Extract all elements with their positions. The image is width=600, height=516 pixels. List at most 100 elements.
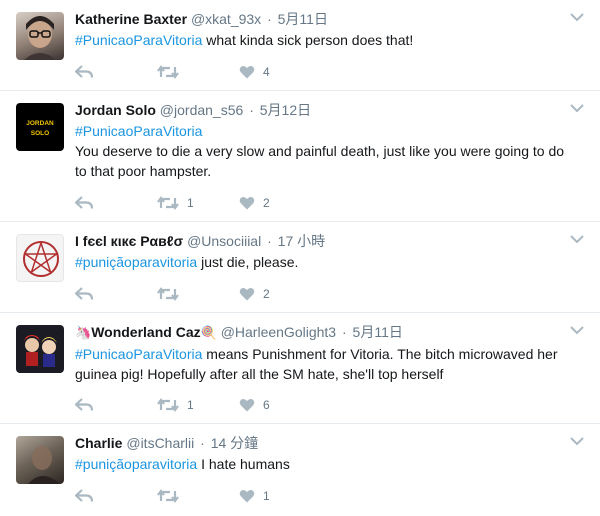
tweet-header: 🦄Wonderland Caz🍭 @HarleenGolight3 · 5月11… bbox=[75, 323, 570, 342]
hashtag-link[interactable]: #puniçãoparavitoria bbox=[75, 456, 197, 472]
tweet-actions: 1 bbox=[75, 486, 321, 506]
avatar[interactable] bbox=[16, 234, 64, 282]
hashtag-link[interactable]: #PunicaoParaVitoria bbox=[75, 123, 202, 139]
display-name[interactable]: Charlie bbox=[75, 435, 122, 451]
tweet-actions: 1 2 bbox=[75, 193, 321, 213]
avatar[interactable]: JORDAN SOLO bbox=[16, 103, 64, 151]
retweet-button[interactable]: 1 bbox=[157, 196, 239, 210]
reply-icon bbox=[75, 398, 93, 411]
retweet-button[interactable] bbox=[157, 489, 239, 503]
tweet[interactable]: JORDAN SOLO Jordan Solo @jordan_s56 · 5月… bbox=[0, 91, 600, 222]
heart-icon bbox=[239, 66, 255, 79]
like-button[interactable]: 2 bbox=[239, 287, 321, 301]
retweet-icon bbox=[157, 489, 179, 503]
like-count: 2 bbox=[263, 287, 270, 301]
chevron-down-icon[interactable] bbox=[570, 234, 584, 244]
display-name[interactable]: I fєєl кιкє Pαвℓσ bbox=[75, 233, 183, 249]
hashtag-link[interactable]: #PunicaoParaVitoria bbox=[75, 32, 202, 48]
like-count: 1 bbox=[263, 489, 270, 503]
hashtag-link[interactable]: #PunicaoParaVitoria bbox=[75, 346, 202, 362]
tweet-timestamp[interactable]: 5月11日 bbox=[353, 324, 403, 340]
retweet-count: 1 bbox=[187, 398, 194, 412]
heart-icon bbox=[239, 490, 255, 503]
retweet-button[interactable]: 1 bbox=[157, 398, 239, 412]
avatar-logo-text: JORDAN bbox=[26, 120, 54, 127]
tweet-timestamp[interactable]: 5月11日 bbox=[278, 11, 328, 27]
tweet-header: Charlie @itsCharlii · 14 分鐘 bbox=[75, 434, 570, 452]
reply-button[interactable] bbox=[75, 196, 157, 210]
tweet-body: You deserve to die a very slow and painf… bbox=[75, 143, 565, 179]
chevron-down-icon[interactable] bbox=[570, 436, 584, 446]
like-button[interactable]: 1 bbox=[239, 489, 321, 503]
tweet[interactable]: Katherine Baxter @xkat_93x · 5月11日 #Puni… bbox=[0, 0, 600, 91]
tweet-header: I fєєl кιкє Pαвℓσ @Unsociiial · 17 小時 bbox=[75, 232, 570, 250]
avatar[interactable] bbox=[16, 12, 64, 60]
like-count: 6 bbox=[263, 398, 270, 412]
avatar-logo-text: SOLO bbox=[31, 130, 49, 137]
retweet-icon bbox=[157, 398, 179, 412]
retweet-icon bbox=[157, 287, 179, 301]
like-button[interactable]: 2 bbox=[239, 196, 321, 210]
separator-dot: · bbox=[341, 324, 347, 340]
display-name-text: Wonderland Caz bbox=[91, 324, 201, 340]
tweet-body: just die, please. bbox=[201, 254, 299, 270]
tweet-timestamp[interactable]: 14 分鐘 bbox=[211, 435, 258, 451]
reply-button[interactable] bbox=[75, 489, 157, 503]
tweet-timestamp[interactable]: 5月12日 bbox=[260, 102, 311, 118]
avatar[interactable] bbox=[16, 325, 64, 373]
tweet-actions: 2 bbox=[75, 284, 321, 304]
retweet-count: 1 bbox=[187, 196, 194, 210]
reply-button[interactable] bbox=[75, 287, 157, 301]
like-count: 2 bbox=[263, 196, 270, 210]
retweet-button[interactable] bbox=[157, 287, 239, 301]
user-handle[interactable]: @jordan_s56 bbox=[160, 102, 244, 118]
hashtag-link[interactable]: #puniçãoparavitoria bbox=[75, 254, 197, 270]
reply-button[interactable] bbox=[75, 65, 157, 79]
display-name[interactable]: Jordan Solo bbox=[75, 102, 156, 118]
reply-button[interactable] bbox=[75, 398, 157, 412]
heart-icon bbox=[239, 197, 255, 210]
user-handle[interactable]: @itsCharlii bbox=[126, 435, 194, 451]
separator-dot: · bbox=[200, 435, 205, 451]
display-name[interactable]: 🦄Wonderland Caz🍭 bbox=[75, 324, 217, 340]
display-name[interactable]: Katherine Baxter bbox=[75, 11, 187, 27]
user-handle[interactable]: @HarleenGolight3 bbox=[221, 324, 336, 340]
like-button[interactable]: 6 bbox=[239, 398, 321, 412]
avatar[interactable] bbox=[16, 436, 64, 484]
tweet-actions: 4 bbox=[75, 62, 321, 82]
tweet-actions: 1 6 bbox=[75, 395, 321, 415]
tweet-timestamp[interactable]: 17 小時 bbox=[278, 233, 325, 249]
tweet-body: what kinda sick person does that! bbox=[206, 32, 414, 48]
tweet-header: Jordan Solo @jordan_s56 · 5月12日 bbox=[75, 101, 570, 119]
tweet-text: #PunicaoParaVitoria means Punishment for… bbox=[75, 344, 570, 384]
tweet[interactable]: I fєєl кιкє Pαвℓσ @Unsociiial · 17 小時 #p… bbox=[0, 222, 600, 313]
chevron-down-icon[interactable] bbox=[570, 103, 584, 113]
retweet-icon bbox=[157, 65, 179, 79]
retweet-icon bbox=[157, 196, 179, 210]
tweet[interactable]: 🦄Wonderland Caz🍭 @HarleenGolight3 · 5月11… bbox=[0, 313, 600, 424]
tweet-feed: Katherine Baxter @xkat_93x · 5月11日 #Puni… bbox=[0, 0, 600, 516]
tweet-text: #PunicaoParaVitoria You deserve to die a … bbox=[75, 121, 570, 181]
chevron-down-icon[interactable] bbox=[570, 325, 584, 335]
user-handle[interactable]: @xkat_93x bbox=[191, 11, 261, 27]
retweet-button[interactable] bbox=[157, 65, 239, 79]
tweet-text: #puniçãoparavitoria just die, please. bbox=[75, 252, 570, 272]
heart-icon bbox=[239, 399, 255, 412]
heart-icon bbox=[239, 288, 255, 301]
tweet-header: Katherine Baxter @xkat_93x · 5月11日 bbox=[75, 10, 570, 28]
tweet-text: #puniçãoparavitoria I hate humans bbox=[75, 454, 570, 474]
chevron-down-icon[interactable] bbox=[570, 12, 584, 22]
reply-icon bbox=[75, 196, 93, 209]
reply-icon bbox=[75, 489, 93, 502]
separator-dot: · bbox=[267, 233, 272, 249]
separator-dot: · bbox=[267, 11, 272, 27]
tweet[interactable]: Charlie @itsCharlii · 14 分鐘 #puniçãopara… bbox=[0, 424, 600, 516]
reply-icon bbox=[75, 65, 93, 78]
user-handle[interactable]: @Unsociiial bbox=[187, 233, 261, 249]
tweet-body: I hate humans bbox=[201, 456, 290, 472]
reply-icon bbox=[75, 287, 93, 300]
tweet-text: #PunicaoParaVitoria what kinda sick pers… bbox=[75, 30, 570, 50]
like-button[interactable]: 4 bbox=[239, 65, 321, 79]
unicorn-emoji-icon: 🦄 bbox=[75, 325, 92, 340]
like-count: 4 bbox=[263, 65, 270, 79]
